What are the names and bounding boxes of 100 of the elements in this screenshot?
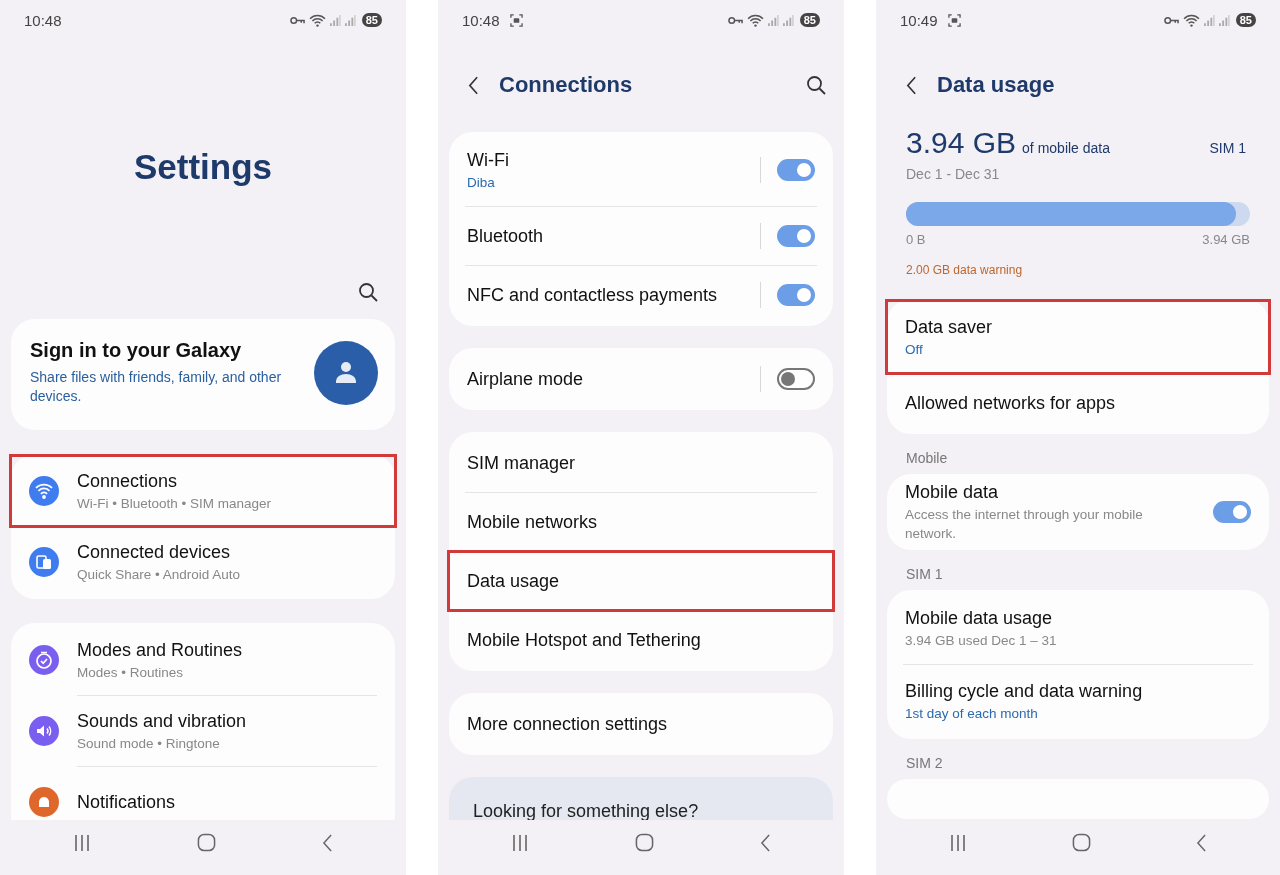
sim-selector[interactable]: SIM 1	[1209, 140, 1250, 156]
settings-item[interactable]: Billing cycle and data warning 1st day of each month	[887, 665, 1269, 737]
battery-level: 85	[1235, 13, 1256, 27]
item-title: Allowed networks for apps	[905, 391, 1117, 415]
signal-icon	[344, 14, 356, 26]
status-time: 10:49	[900, 11, 938, 29]
item-title: Connections	[77, 469, 179, 493]
account-card[interactable]: Sign in to your Galaxy Share files with friends, family, and other devices.	[11, 319, 395, 430]
status-time: 10:48	[462, 11, 500, 29]
settings-item[interactable]: SIM manager	[449, 434, 833, 492]
recent-apps-icon[interactable]	[73, 833, 91, 852]
settings-item[interactable]: More connection settings	[449, 695, 833, 753]
settings-item[interactable]: Modes and Routines Modes • Routines	[11, 625, 395, 695]
item-title: Data usage	[467, 569, 561, 593]
item-subtitle: Wi-Fi • Bluetooth • SIM manager	[77, 494, 273, 513]
settings-item[interactable]: NFC and contactless payments	[449, 266, 833, 324]
settings-item[interactable]: Mobile Hotspot and Tethering	[449, 611, 833, 669]
key-icon	[1163, 15, 1179, 25]
battery-level: 85	[799, 13, 820, 27]
account-title: Sign in to your Galaxy	[30, 339, 243, 362]
item-title: More connection settings	[467, 712, 669, 736]
item-title: NFC and contactless payments	[467, 283, 719, 307]
page-title: Connections	[499, 72, 633, 98]
item-title: Airplane mode	[467, 367, 585, 391]
item-subtitle: Off	[905, 340, 924, 359]
settings-item[interactable]: Airplane mode	[449, 350, 833, 408]
period-text: Dec 1 - Dec 31	[906, 166, 1001, 182]
bar-min-label: 0 B	[906, 232, 926, 247]
toggle-switch[interactable]	[1213, 501, 1251, 523]
item-subtitle: Access the internet through your mobile network.	[905, 506, 1144, 543]
settings-item[interactable]: Data saver Off	[887, 301, 1269, 373]
section-header: SIM 1	[905, 565, 944, 582]
settings-item[interactable]: Connected devices Quick Share • Android Auto	[11, 527, 395, 597]
back-icon[interactable]	[1196, 833, 1208, 852]
settings-item[interactable]: Bluetooth	[449, 207, 833, 265]
page-title: Settings	[132, 147, 274, 187]
suggestion-title: Looking for something else?	[473, 801, 700, 820]
wifi-signal-icon	[1182, 13, 1200, 27]
settings-item[interactable]: Mobile data Access the internet through your mobile network.	[887, 476, 1269, 548]
signal-icon	[329, 14, 341, 26]
settings-item[interactable]: Connections Wi-Fi • Bluetooth • SIM manager	[11, 456, 395, 526]
recent-apps-icon[interactable]	[948, 833, 967, 852]
item-title: Wi-Fi	[467, 148, 510, 172]
section-header: SIM 2	[905, 754, 944, 771]
item-title: Data saver	[905, 315, 994, 339]
settings-item[interactable]: Data usage	[449, 552, 833, 610]
item-title: Modes and Routines	[77, 638, 244, 662]
back-icon[interactable]	[906, 75, 917, 95]
signal-icon	[1218, 14, 1230, 26]
settings-item[interactable]: Allowed networks for apps	[887, 374, 1269, 432]
page-title: Data usage	[937, 72, 1055, 98]
item-title: Sounds and vibration	[77, 709, 248, 733]
back-icon[interactable]	[322, 833, 333, 852]
toggle-switch[interactable]	[777, 368, 815, 390]
item-subtitle: 1st day of each month	[905, 704, 1039, 723]
signal-icon	[1203, 14, 1215, 26]
settings-item[interactable]: Notifications	[11, 767, 395, 820]
item-title: Mobile data usage	[905, 606, 1054, 630]
home-icon[interactable]	[635, 833, 654, 852]
toggle-switch[interactable]	[777, 284, 815, 306]
battery-level: 85	[361, 13, 382, 27]
home-icon[interactable]	[1072, 833, 1091, 852]
recent-apps-icon[interactable]	[511, 833, 529, 852]
wifi-signal-icon	[308, 13, 326, 27]
signal-icon	[767, 14, 779, 26]
wifi-signal-icon	[746, 13, 764, 27]
toggle-switch[interactable]	[777, 159, 815, 181]
bar-max-label: 3.94 GB	[1202, 232, 1250, 247]
account-subtitle: Share files with friends, family, and other devices.	[30, 368, 283, 406]
settings-item[interactable]: Mobile networks	[449, 493, 833, 551]
item-title: Mobile data	[905, 481, 1000, 504]
back-icon[interactable]	[760, 833, 771, 852]
search-icon[interactable]	[806, 75, 826, 95]
item-title: Connected devices	[77, 540, 232, 564]
key-icon	[289, 15, 305, 25]
settings-item[interactable]: Wi-Fi Diba	[449, 134, 833, 206]
item-subtitle: Diba	[467, 173, 496, 192]
item-title: Mobile Hotspot and Tethering	[467, 628, 702, 652]
item-subtitle: Modes • Routines	[77, 663, 185, 682]
screen-capture-icon	[947, 13, 961, 27]
settings-item[interactable]: Sounds and vibration Sound mode • Ringtone	[11, 696, 395, 766]
item-title: Billing cycle and data warning	[905, 679, 1144, 703]
status-time: 10:48	[24, 11, 62, 29]
item-title: Mobile networks	[467, 510, 599, 534]
data-warning: 2.00 GB data warning	[906, 263, 1024, 277]
signal-icon	[782, 14, 794, 26]
item-title: SIM manager	[467, 451, 577, 475]
item-subtitle: Sound mode • Ringtone	[77, 734, 221, 753]
screen-capture-icon	[509, 13, 523, 27]
search-icon[interactable]	[358, 282, 378, 302]
avatar-icon[interactable]	[314, 340, 378, 405]
home-icon[interactable]	[197, 833, 216, 852]
data-amount-label: of mobile data	[1022, 140, 1111, 156]
toggle-switch[interactable]	[777, 225, 815, 247]
back-icon[interactable]	[468, 75, 479, 95]
data-amount: 3.94 GB	[906, 126, 1017, 160]
item-subtitle: 3.94 GB used Dec 1 – 31	[905, 631, 1058, 650]
item-title: Bluetooth	[467, 224, 545, 248]
settings-item[interactable]: Mobile data usage 3.94 GB used Dec 1 – 31	[887, 592, 1269, 664]
section-header: Mobile	[905, 449, 949, 466]
